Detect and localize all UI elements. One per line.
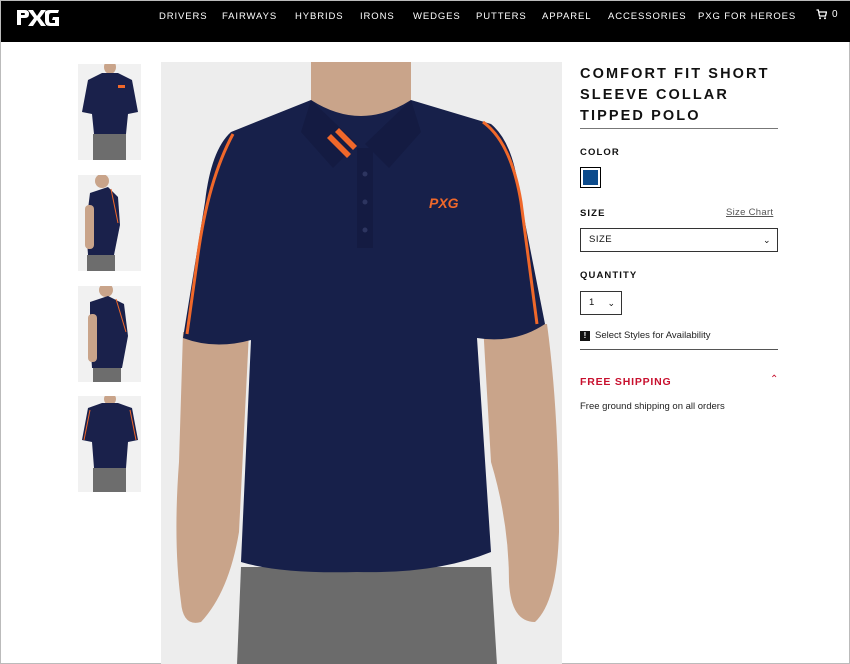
color-swatch-fill bbox=[583, 170, 598, 185]
cart-button[interactable]: 0 bbox=[816, 9, 838, 20]
nav-item-fairways[interactable]: FAIRWAYS bbox=[222, 11, 277, 22]
thumbnail-side[interactable] bbox=[78, 175, 141, 271]
color-label: COLOR bbox=[580, 147, 620, 158]
product-info: COMFORT FIT SHORT SLEEVE COLLAR TIPPED P… bbox=[580, 64, 778, 127]
size-chart-link[interactable]: Size Chart bbox=[726, 207, 773, 218]
quantity-select-value: 1 bbox=[589, 297, 595, 308]
free-shipping-toggle[interactable]: FREE SHIPPING bbox=[580, 376, 672, 388]
size-select-value: SIZE bbox=[589, 234, 613, 245]
chevron-down-icon: ⌄ bbox=[607, 298, 615, 308]
alert-icon: ! bbox=[580, 330, 590, 341]
nav-item-hybrids[interactable]: HYBRIDS bbox=[295, 11, 344, 22]
color-swatch-navy[interactable] bbox=[580, 167, 601, 188]
availability-divider bbox=[580, 349, 778, 350]
nav-item-drivers[interactable]: DRIVERS bbox=[159, 11, 208, 22]
quantity-select[interactable]: 1 ⌄ bbox=[580, 291, 622, 315]
nav-item-accessories[interactable]: ACCESSORIES bbox=[608, 11, 687, 22]
quantity-label: QUANTITY bbox=[580, 270, 638, 281]
nav-item-irons[interactable]: IRONS bbox=[360, 11, 395, 22]
thumbnail-side-angle[interactable] bbox=[78, 286, 141, 382]
title-divider bbox=[580, 128, 778, 129]
top-navigation: DRIVERS FAIRWAYS HYBRIDS IRONS WEDGES PU… bbox=[1, 1, 850, 42]
svg-text:PXG: PXG bbox=[429, 195, 459, 211]
main-product-image[interactable]: PXG bbox=[161, 62, 562, 664]
cart-icon bbox=[816, 9, 827, 20]
shipping-description: Free ground shipping on all orders bbox=[580, 401, 725, 412]
nav-item-apparel[interactable]: APPAREL bbox=[542, 11, 591, 22]
nav-item-pxg-for-heroes[interactable]: PXG FOR HEROES bbox=[698, 11, 796, 22]
main-nav: DRIVERS FAIRWAYS HYBRIDS IRONS WEDGES PU… bbox=[1, 11, 850, 23]
size-label: SIZE bbox=[580, 208, 606, 219]
nav-item-putters[interactable]: PUTTERS bbox=[476, 11, 527, 22]
size-select[interactable]: SIZE ⌄ bbox=[580, 228, 778, 252]
chevron-down-icon: ⌄ bbox=[762, 235, 771, 245]
chevron-up-icon[interactable]: ⌃ bbox=[770, 374, 778, 385]
cart-count: 0 bbox=[832, 9, 838, 20]
thumbnail-front[interactable] bbox=[78, 64, 141, 160]
nav-item-wedges[interactable]: WEDGES bbox=[413, 11, 461, 22]
availability-text: Select Styles for Availability bbox=[595, 330, 711, 341]
product-title: COMFORT FIT SHORT SLEEVE COLLAR TIPPED P… bbox=[580, 66, 770, 124]
thumbnail-back[interactable] bbox=[78, 396, 141, 492]
availability-notice: ! Select Styles for Availability bbox=[580, 330, 710, 341]
